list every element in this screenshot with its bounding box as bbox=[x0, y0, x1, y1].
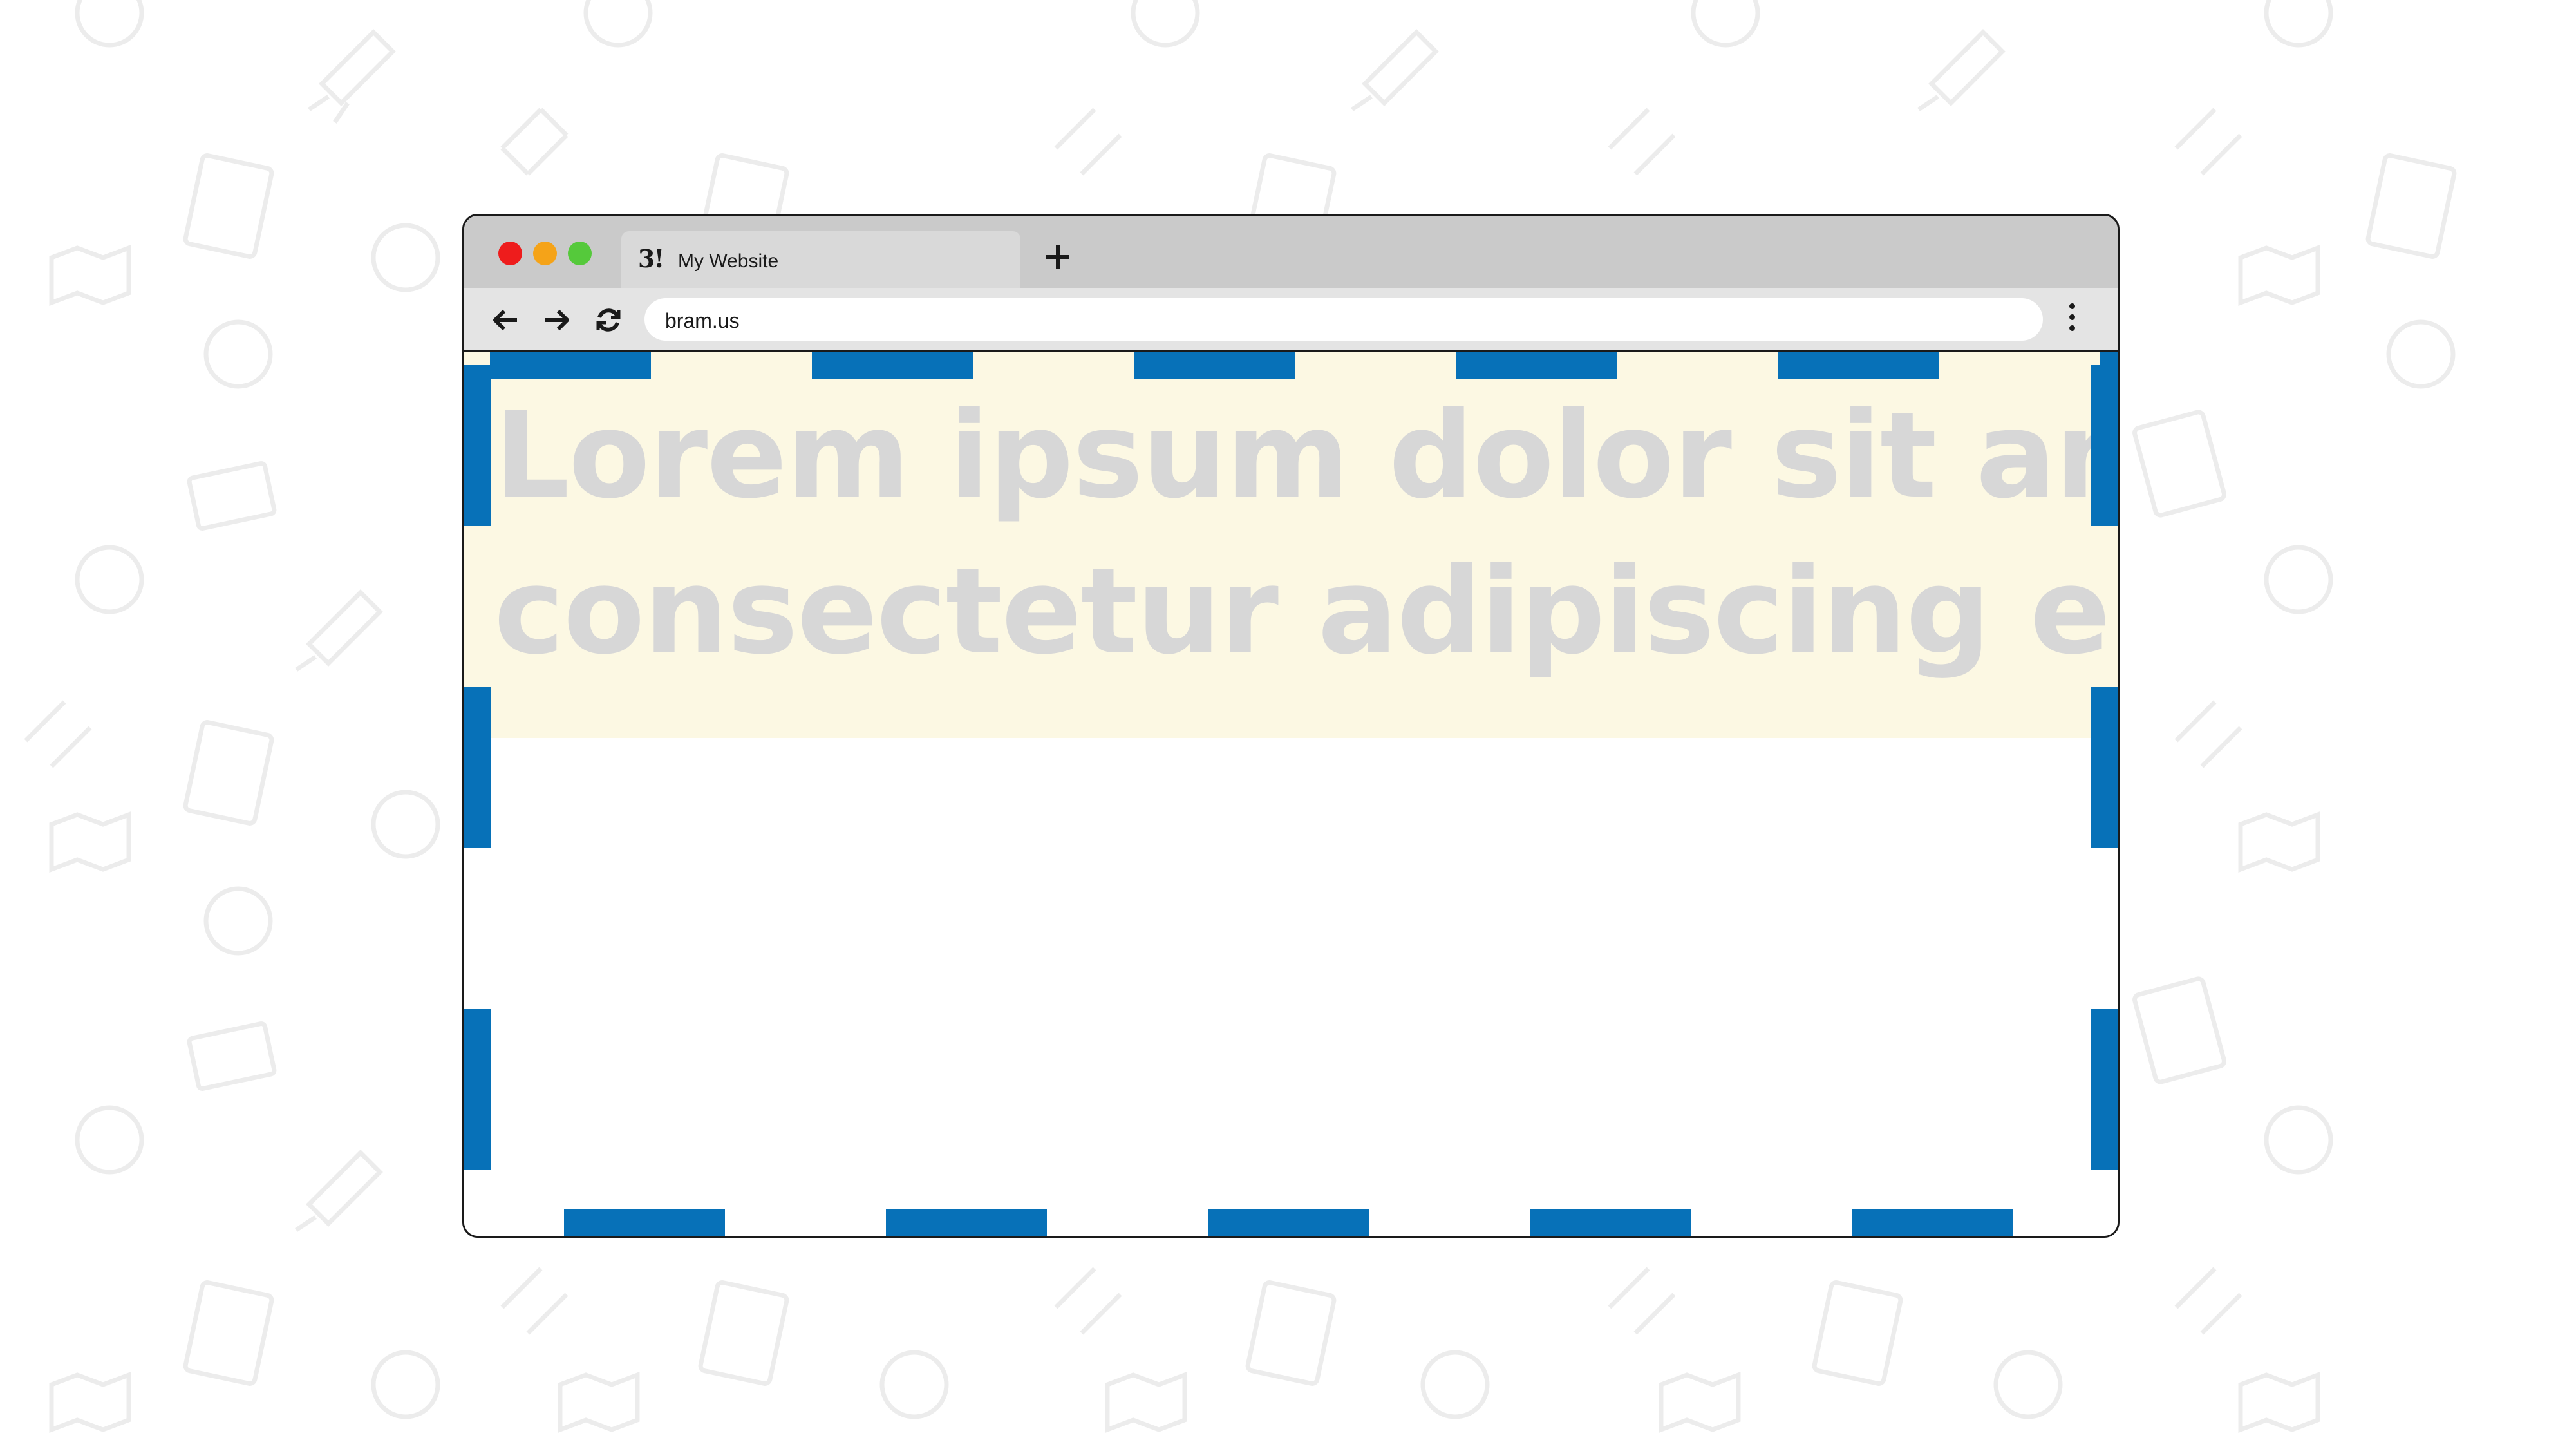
satellite-icon bbox=[2174, 700, 2242, 768]
tab-bar: 3! My Website bbox=[464, 216, 2118, 290]
map-icon bbox=[558, 1371, 640, 1434]
refresh-doodle-icon bbox=[1691, 0, 1760, 48]
satellite-icon bbox=[2174, 1267, 2242, 1335]
browser-doodle-icon bbox=[371, 1350, 440, 1419]
reload-icon[interactable] bbox=[593, 305, 624, 336]
maximize-window-button[interactable] bbox=[568, 242, 592, 265]
browser-doodle-icon bbox=[879, 1350, 949, 1419]
html-document-icon bbox=[698, 1280, 789, 1386]
navigation-toolbar: bram.us bbox=[464, 288, 2118, 352]
browser-doodle-icon bbox=[371, 790, 440, 859]
browser-doodle-icon bbox=[1420, 1350, 1490, 1419]
stage: 3! My Website bram.us Lorem ipsum dolor … bbox=[0, 0, 2576, 1449]
rocket-icon bbox=[1351, 29, 1439, 111]
back-arrow-icon[interactable] bbox=[490, 305, 521, 336]
map-icon bbox=[49, 1371, 131, 1434]
map-icon bbox=[1105, 1371, 1187, 1434]
satellite-icon bbox=[1054, 108, 1122, 176]
viewport-dashed-outline bbox=[464, 352, 2118, 1236]
page-viewport: Lorem ipsum dolor sit amet, consectetur … bbox=[464, 352, 2118, 1236]
satellite-icon bbox=[1608, 108, 1676, 176]
compass-icon bbox=[203, 319, 273, 389]
map-icon bbox=[49, 244, 131, 307]
kebab-menu-icon[interactable] bbox=[2067, 303, 2076, 336]
forward-arrow-icon[interactable] bbox=[541, 305, 572, 336]
satellite-icon bbox=[1054, 1267, 1122, 1335]
satellite-icon bbox=[24, 700, 92, 768]
address-bar[interactable]: bram.us bbox=[644, 298, 2043, 341]
refresh-doodle-icon bbox=[75, 0, 144, 48]
css-document-icon bbox=[2132, 410, 2226, 518]
refresh-doodle-icon bbox=[75, 1105, 144, 1175]
refresh-doodle-icon bbox=[2264, 545, 2333, 614]
refresh-doodle-icon bbox=[75, 545, 144, 614]
html-document-icon bbox=[1245, 1280, 1337, 1386]
html-document-icon bbox=[183, 1280, 274, 1386]
laptop-icon bbox=[187, 1021, 277, 1091]
browser-doodle-icon bbox=[371, 223, 440, 292]
compass-icon bbox=[2386, 319, 2456, 389]
satellite-icon bbox=[500, 1267, 569, 1335]
html-document-icon bbox=[1812, 1280, 1903, 1386]
html-document-icon bbox=[183, 153, 274, 259]
satellite-icon bbox=[500, 108, 569, 176]
html-document-icon bbox=[2365, 153, 2457, 259]
html-document-icon bbox=[183, 720, 274, 826]
satellite-icon bbox=[2174, 108, 2242, 176]
compass-icon bbox=[203, 886, 273, 956]
plus-icon[interactable] bbox=[1044, 243, 1072, 271]
url-text: bram.us bbox=[665, 309, 740, 332]
rocket-icon bbox=[295, 589, 383, 672]
rocket-icon bbox=[1917, 29, 2006, 111]
map-icon bbox=[2238, 244, 2320, 307]
map-icon bbox=[2238, 1371, 2320, 1434]
refresh-doodle-icon bbox=[2264, 1105, 2333, 1175]
favicon: 3! bbox=[638, 244, 664, 273]
map-icon bbox=[49, 811, 131, 873]
minimize-window-button[interactable] bbox=[533, 242, 557, 265]
refresh-doodle-icon bbox=[1131, 0, 1200, 48]
map-icon bbox=[1659, 1371, 1741, 1434]
refresh-doodle-icon bbox=[583, 0, 653, 48]
tab-my-website[interactable]: 3! My Website bbox=[621, 231, 1020, 290]
satellite-icon bbox=[1608, 1267, 1676, 1335]
rocket-icon bbox=[295, 1150, 383, 1232]
browser-doodle-icon bbox=[1993, 1350, 2063, 1419]
laptop-icon bbox=[187, 461, 277, 531]
close-window-button[interactable] bbox=[498, 242, 522, 265]
browser-window: 3! My Website bram.us Lorem ipsum dolor … bbox=[462, 214, 2120, 1238]
rocket-icon bbox=[308, 29, 396, 124]
map-icon bbox=[2238, 811, 2320, 873]
css-document-icon bbox=[2132, 976, 2226, 1084]
tab-title: My Website bbox=[678, 251, 779, 272]
refresh-doodle-icon bbox=[2264, 0, 2333, 48]
